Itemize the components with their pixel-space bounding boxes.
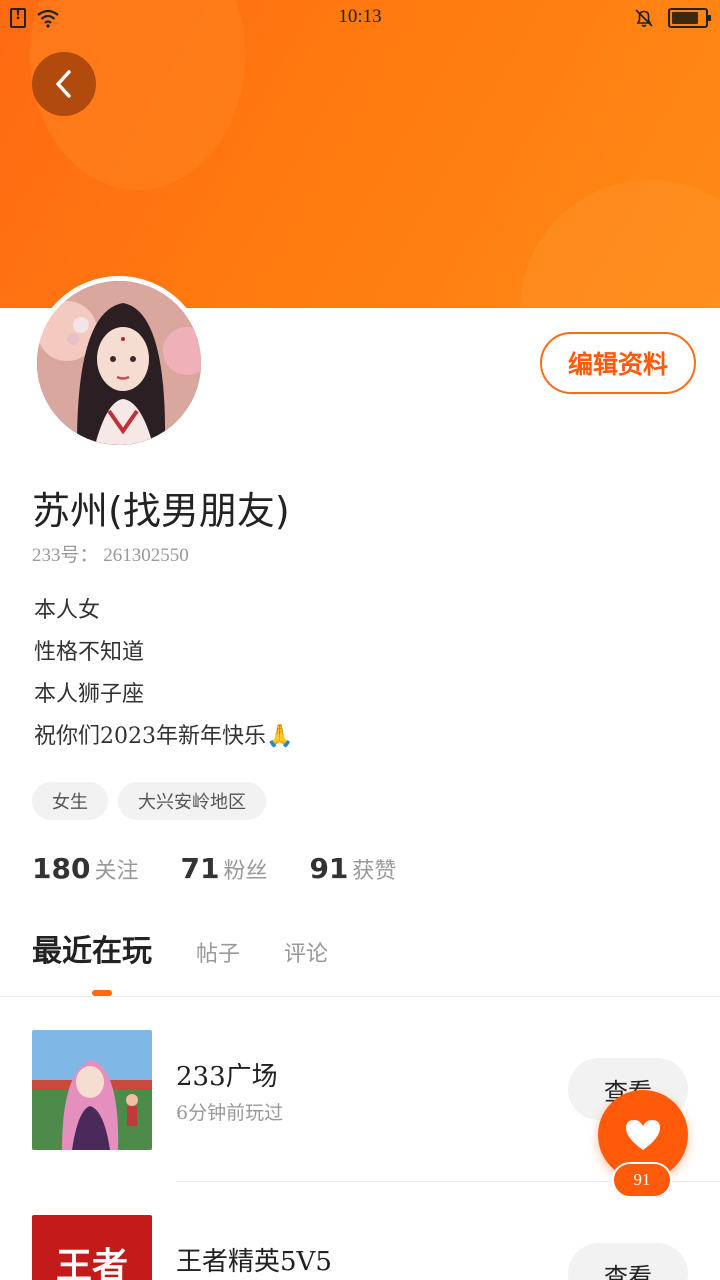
avatar[interactable] [32,276,206,450]
profile-bio: 本人女 性格不知道 本人狮子座 祝你们2023年新年快乐🙏 [34,590,293,758]
stat-label: 获赞 [352,859,397,884]
stat-label: 关注 [94,859,139,884]
bio-text: 祝你们2023年新年快乐 [34,724,266,749]
bio-line: 祝你们2023年新年快乐🙏 [34,716,293,758]
tab-posts[interactable]: 帖子 [196,936,240,968]
stat-number: 71 [180,852,220,885]
tag-region[interactable]: 大兴安岭地区 [118,782,266,820]
tab-comments[interactable]: 评论 [284,936,328,968]
game-list-item[interactable]: 王者 王者精英5V5 查看 [32,1215,720,1280]
bio-line: 本人女 [34,598,101,623]
stat-label: 粉丝 [223,859,268,884]
game-title: 233广场 [176,1062,278,1092]
divider [0,996,720,997]
bell-off-icon [635,9,653,27]
game-thumbnail-text: 王者 [55,1246,128,1280]
pray-emoji-icon: 🙏 [266,724,294,749]
banner-decoration [520,180,720,308]
game-title: 王者精英5V5 [176,1247,332,1277]
view-game-button[interactable]: 查看 [568,1243,688,1280]
stat-number: 91 [309,852,349,885]
stat-number: 180 [32,852,91,885]
profile-tabs: 最近在玩 帖子 评论 [32,926,328,970]
profile-stats: 180 关注 71 粉丝 91 获赞 [32,852,396,885]
status-bar: 10:13 [0,0,720,36]
profile-tags: 女生 大兴安岭地区 [32,782,266,820]
battery-level [672,12,698,24]
game-thumbnail [32,1030,152,1150]
tab-recent-games[interactable]: 最近在玩 [32,926,152,970]
stat-following[interactable]: 180 关注 [32,852,138,885]
avatar-image [37,281,201,445]
bio-line: 本人狮子座 [34,682,145,707]
heart-icon [626,1120,660,1150]
edit-profile-button[interactable]: 编辑资料 [540,332,696,394]
like-count-badge: 91 [612,1162,672,1198]
game-last-played: 6分钟前玩过 [176,1102,284,1124]
bio-line: 性格不知道 [34,640,145,665]
chevron-left-icon [56,70,71,98]
tag-gender[interactable]: 女生 [32,782,108,820]
battery-icon [668,8,711,28]
profile-name: 苏州(找男朋友) [32,489,290,533]
stat-likes[interactable]: 91 获赞 [309,852,396,885]
profile-id: 233号： 261302550 [32,545,189,566]
stat-followers[interactable]: 71 粉丝 [180,852,267,885]
back-button[interactable] [32,52,96,116]
status-time: 10:13 [338,6,382,27]
game-thumbnail: 王者 [32,1215,152,1280]
profile-header-banner [0,0,720,308]
